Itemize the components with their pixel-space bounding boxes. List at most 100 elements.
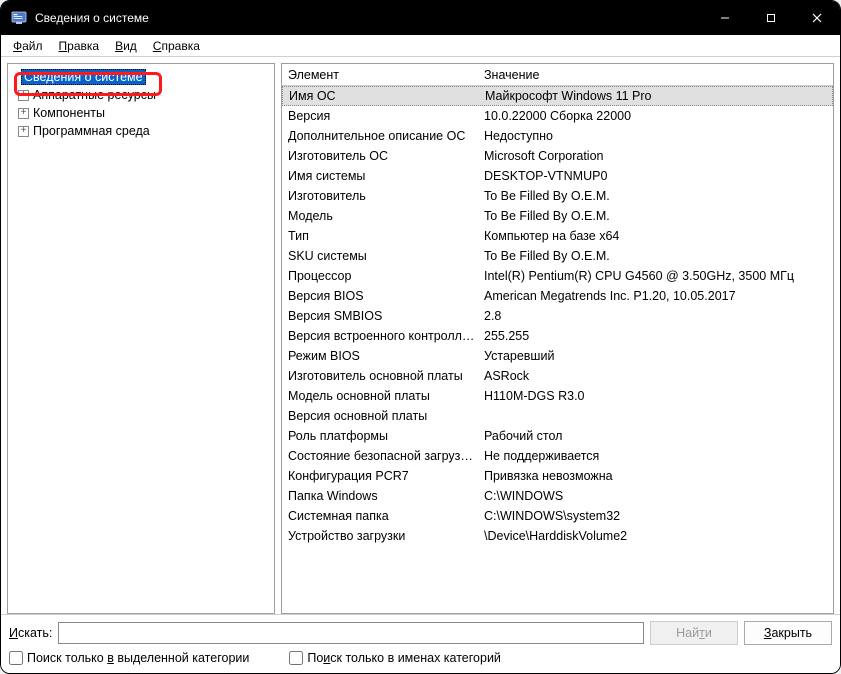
app-icon (11, 10, 27, 26)
cell-value: C:\WINDOWS\system32 (482, 509, 833, 523)
app-window: Сведения о системе Файл Правка Вид Справ… (0, 0, 841, 674)
table-row[interactable]: Модель основной платыH110M-DGS R3.0 (282, 386, 833, 406)
search-input[interactable] (58, 622, 644, 644)
details-pane[interactable]: Элемент Значение Имя ОСМайкрософт Window… (281, 63, 834, 614)
cell-value: American Megatrends Inc. P1.20, 10.05.20… (482, 289, 833, 303)
cell-value: \Device\HarddiskVolume2 (482, 529, 833, 543)
cell-element: SKU системы (286, 249, 482, 263)
cell-element: Изготовитель ОС (286, 149, 482, 163)
check-in-names[interactable]: Поиск только в именах категорий (289, 651, 501, 665)
menu-file[interactable]: Файл (7, 37, 49, 55)
table-row[interactable]: ТипКомпьютер на базе x64 (282, 226, 833, 246)
cell-value: To Be Filled By O.E.M. (482, 189, 833, 203)
cell-value: Компьютер на базе x64 (482, 229, 833, 243)
cell-value: 255.255 (482, 329, 833, 343)
tree-node-label: Программная среда (33, 124, 150, 138)
cell-element: Дополнительное описание ОС (286, 129, 482, 143)
tree-root-node[interactable]: + Сведения о системе (12, 68, 270, 86)
expand-icon[interactable]: + (18, 108, 29, 119)
cell-element: Папка Windows (286, 489, 482, 503)
table-row[interactable]: Версия BIOSAmerican Megatrends Inc. P1.2… (282, 286, 833, 306)
cell-value: Рабочий стол (482, 429, 833, 443)
tree-node-label: Компоненты (33, 106, 105, 120)
table-row[interactable]: Роль платформыРабочий стол (282, 426, 833, 446)
cell-value: Устаревший (482, 349, 833, 363)
table-row[interactable]: Системная папкаC:\WINDOWS\system32 (282, 506, 833, 526)
cell-element: Версия встроенного контролл… (286, 329, 482, 343)
tree-node[interactable]: + Программная среда (12, 122, 270, 140)
menubar: Файл Правка Вид Справка (1, 35, 840, 57)
tree-node-label: Сведения о системе (21, 69, 146, 85)
cell-value: Не поддерживается (482, 449, 833, 463)
cell-element: Тип (286, 229, 482, 243)
table-row[interactable]: Режим BIOSУстаревший (282, 346, 833, 366)
table-header: Элемент Значение (282, 64, 833, 86)
menu-edit[interactable]: Правка (53, 37, 106, 55)
tree-pane[interactable]: + Сведения о системе + Аппаратные ресурсы… (7, 63, 275, 614)
cell-value: C:\WINDOWS (482, 489, 833, 503)
table-row[interactable]: Версия10.0.22000 Сборка 22000 (282, 106, 833, 126)
cell-element: Имя ОС (287, 89, 483, 103)
table-row[interactable]: Состояние безопасной загруз…Не поддержив… (282, 446, 833, 466)
cell-element: Роль платформы (286, 429, 482, 443)
cell-value: Недоступно (482, 129, 833, 143)
table-row[interactable]: Папка WindowsC:\WINDOWS (282, 486, 833, 506)
table-row[interactable]: Версия встроенного контролл…255.255 (282, 326, 833, 346)
cell-value: 2.8 (482, 309, 833, 323)
cell-value: 10.0.22000 Сборка 22000 (482, 109, 833, 123)
maximize-button[interactable] (748, 1, 794, 35)
cell-value: ASRock (482, 369, 833, 383)
bottom-panel: Искать: Найти Закрыть Поиск только в выд… (1, 614, 840, 673)
close-button[interactable] (794, 1, 840, 35)
table-row[interactable]: Конфигурация PCR7Привязка невозможна (282, 466, 833, 486)
cell-element: Процессор (286, 269, 482, 283)
cell-value: To Be Filled By O.E.M. (482, 249, 833, 263)
cell-value: H110M-DGS R3.0 (482, 389, 833, 403)
table-row[interactable]: Устройство загрузки\Device\HarddiskVolum… (282, 526, 833, 546)
table-row[interactable]: ИзготовительTo Be Filled By O.E.M. (282, 186, 833, 206)
cell-value: Intel(R) Pentium(R) CPU G4560 @ 3.50GHz,… (482, 269, 833, 283)
table-body[interactable]: Имя ОСМайкрософт Windows 11 ProВерсия10.… (282, 86, 833, 613)
menu-help[interactable]: Справка (147, 37, 206, 55)
search-label: Искать: (9, 626, 52, 640)
cell-element: Устройство загрузки (286, 529, 482, 543)
cell-element: Версия BIOS (286, 289, 482, 303)
find-button[interactable]: Найти (650, 621, 738, 645)
table-row[interactable]: SKU системыTo Be Filled By O.E.M. (282, 246, 833, 266)
table-row[interactable]: Изготовитель ОСMicrosoft Corporation (282, 146, 833, 166)
tree-node-label: Аппаратные ресурсы (33, 88, 156, 102)
table-row[interactable]: Версия SMBIOS2.8 (282, 306, 833, 326)
cell-element: Системная папка (286, 509, 482, 523)
table-row[interactable]: ПроцессорIntel(R) Pentium(R) CPU G4560 @… (282, 266, 833, 286)
expand-icon[interactable]: + (18, 126, 29, 137)
checkbox-in-names[interactable] (289, 651, 303, 665)
cell-element: Конфигурация PCR7 (286, 469, 482, 483)
minimize-button[interactable] (702, 1, 748, 35)
tree-node[interactable]: + Компоненты (12, 104, 270, 122)
column-header-element[interactable]: Элемент (286, 68, 482, 82)
column-header-value[interactable]: Значение (482, 68, 833, 82)
titlebar: Сведения о системе (1, 1, 840, 35)
close-panel-button[interactable]: Закрыть (744, 621, 832, 645)
cell-value: Microsoft Corporation (482, 149, 833, 163)
checkbox-in-selected[interactable] (9, 651, 23, 665)
table-row[interactable]: Версия основной платы (282, 406, 833, 426)
table-row[interactable]: Изготовитель основной платыASRock (282, 366, 833, 386)
cell-element: Режим BIOS (286, 349, 482, 363)
cell-element: Имя системы (286, 169, 482, 183)
menu-view[interactable]: Вид (109, 37, 143, 55)
cell-element: Модель основной платы (286, 389, 482, 403)
cell-element: Состояние безопасной загруз… (286, 449, 482, 463)
cell-element: Изготовитель основной платы (286, 369, 482, 383)
check-in-selected[interactable]: Поиск только в выделенной категории (9, 651, 249, 665)
cell-value: DESKTOP-VTNMUP0 (482, 169, 833, 183)
table-row[interactable]: Имя ОСМайкрософт Windows 11 Pro (282, 86, 833, 106)
table-row[interactable]: Дополнительное описание ОСНедоступно (282, 126, 833, 146)
table-row[interactable]: МодельTo Be Filled By O.E.M. (282, 206, 833, 226)
cell-value: Привязка невозможна (482, 469, 833, 483)
cell-element: Версия основной платы (286, 409, 482, 423)
cell-element: Версия SMBIOS (286, 309, 482, 323)
table-row[interactable]: Имя системыDESKTOP-VTNMUP0 (282, 166, 833, 186)
expand-icon[interactable]: + (18, 90, 29, 101)
tree-node[interactable]: + Аппаратные ресурсы (12, 86, 270, 104)
